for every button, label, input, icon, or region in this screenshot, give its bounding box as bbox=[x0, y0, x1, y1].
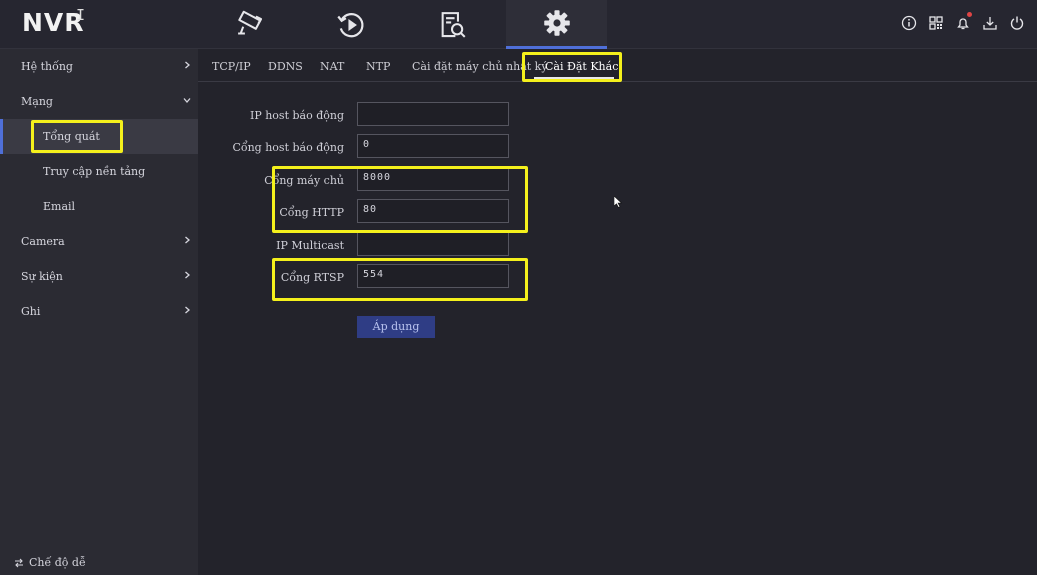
sidebar-item-record[interactable]: Ghi bbox=[0, 294, 198, 329]
download-icon bbox=[982, 16, 997, 30]
alarm-host-ip-label: IP host báo động bbox=[249, 109, 344, 122]
sidebar-item-system[interactable]: Hệ thống bbox=[0, 49, 198, 84]
highlight-server-http-ports bbox=[272, 166, 528, 233]
sidebar-item-network[interactable]: Mạng bbox=[0, 84, 198, 119]
sidebar-item-platform-access[interactable]: Truy cập nền tảng bbox=[0, 154, 198, 189]
sidebar-item-label: Camera bbox=[21, 235, 65, 248]
easy-mode-label: Chế độ dễ bbox=[29, 556, 86, 569]
highlight-general-item bbox=[31, 120, 123, 153]
multicast-ip-input[interactable] bbox=[357, 232, 509, 256]
nav-tab-camera[interactable] bbox=[199, 0, 300, 49]
system-icons bbox=[900, 12, 1025, 31]
multicast-ip-label: IP Multicast bbox=[276, 239, 344, 252]
notification-button[interactable] bbox=[954, 12, 972, 31]
sidebar-item-events[interactable]: Sự kiện bbox=[0, 259, 198, 294]
sidebar-item-label: Ghi bbox=[21, 305, 41, 318]
qr-code-icon bbox=[928, 15, 943, 30]
easy-mode-toggle[interactable]: Chế độ dễ bbox=[14, 556, 86, 569]
chevron-right-icon bbox=[185, 306, 190, 314]
nvr-settings-window: NVR I Hệ thống Mạng Tổng quát Truy cập n… bbox=[0, 0, 1037, 575]
alarm-host-ip-input[interactable] bbox=[357, 102, 509, 126]
highlight-other-settings-tab bbox=[522, 52, 622, 82]
alarm-host-port-input[interactable]: 0 bbox=[357, 134, 509, 158]
apply-button[interactable]: Áp dụng bbox=[357, 316, 435, 338]
sidebar-item-label: Hệ thống bbox=[21, 60, 73, 73]
info-icon bbox=[901, 15, 916, 30]
sidebar-item-label: Email bbox=[43, 200, 76, 213]
qr-code-button[interactable] bbox=[927, 14, 944, 31]
mouse-pointer-icon bbox=[614, 196, 622, 208]
tab-ddns[interactable]: DDNS bbox=[268, 60, 303, 73]
playback-icon bbox=[336, 12, 363, 37]
chevron-down-icon bbox=[183, 98, 191, 103]
info-button[interactable] bbox=[900, 14, 917, 31]
sidebar-item-email[interactable]: Email bbox=[0, 189, 198, 224]
tab-tcpip[interactable]: TCP/IP bbox=[212, 60, 251, 73]
sidebar-item-label: Mạng bbox=[21, 95, 53, 108]
sidebar-item-camera[interactable]: Camera bbox=[0, 224, 198, 259]
search-file-icon bbox=[441, 11, 465, 38]
notification-dot bbox=[967, 12, 972, 17]
download-button[interactable] bbox=[981, 14, 998, 31]
sidebar-item-label: Truy cập nền tảng bbox=[43, 165, 146, 178]
text-cursor: I bbox=[76, 6, 86, 24]
top-bar: NVR I bbox=[0, 0, 1037, 49]
power-button[interactable] bbox=[1008, 14, 1025, 31]
tab-nat[interactable]: NAT bbox=[320, 60, 344, 73]
nav-tab-search[interactable] bbox=[401, 0, 502, 49]
tab-ntp[interactable]: NTP bbox=[366, 60, 390, 73]
swap-arrows-icon bbox=[15, 558, 23, 567]
nav-tab-playback[interactable] bbox=[300, 0, 401, 49]
alarm-host-port-label: Cổng host báo động bbox=[232, 141, 344, 154]
nav-tab-settings[interactable] bbox=[506, 0, 607, 49]
gear-icon bbox=[543, 10, 570, 36]
highlight-rtsp-port bbox=[272, 258, 528, 301]
power-icon bbox=[1010, 16, 1023, 30]
camera-icon bbox=[237, 10, 262, 35]
chevron-right-icon bbox=[185, 61, 190, 69]
sidebar-item-label: Sự kiện bbox=[21, 270, 63, 283]
